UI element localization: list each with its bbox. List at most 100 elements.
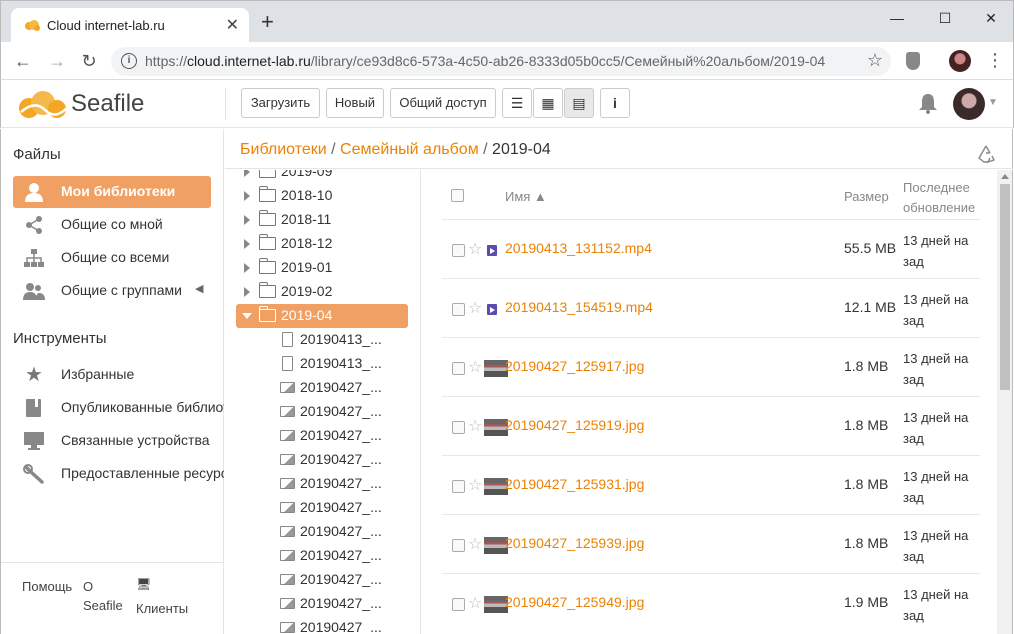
- star-outline-icon[interactable]: ☆: [468, 298, 482, 318]
- tree-folder[interactable]: 2018-10: [225, 184, 420, 208]
- tree-file[interactable]: 20190427_...: [225, 496, 420, 520]
- site-info-icon[interactable]: i: [121, 53, 137, 69]
- file-name-link[interactable]: 20190427_125949.jpg: [505, 594, 644, 610]
- clients-link[interactable]: Клиенты: [136, 601, 188, 616]
- row-checkbox[interactable]: [452, 303, 465, 316]
- table-row[interactable]: ☆ 20190413_131152.mp4 55.5 MB 13 дней на за…: [442, 219, 980, 278]
- browser-tab[interactable]: Cloud internet-lab.ru ✕: [11, 8, 249, 43]
- tree-folder[interactable]: 2019-01: [225, 256, 420, 280]
- file-name-link[interactable]: 20190427_125939.jpg: [505, 535, 644, 551]
- share-button[interactable]: Общий доступ: [390, 88, 496, 118]
- back-arrow-icon[interactable]: ←: [11, 49, 35, 73]
- upload-button[interactable]: Загрузить: [241, 88, 320, 118]
- caret-right-icon[interactable]: [244, 170, 250, 177]
- tree-folder[interactable]: 2018-12: [225, 232, 420, 256]
- select-all-checkbox[interactable]: [451, 189, 464, 202]
- address-bar[interactable]: i https://cloud.internet-lab.ru/library/…: [111, 47, 891, 76]
- chevron-down-icon[interactable]: ▼: [988, 97, 998, 108]
- caret-right-icon[interactable]: [244, 215, 250, 225]
- sidebar-item-starred[interactable]: ★ Избранные: [13, 359, 211, 391]
- tree-file[interactable]: 20190427_...: [225, 544, 420, 568]
- breadcrumb-album[interactable]: Семейный альбом: [340, 141, 479, 158]
- table-row[interactable]: ☆ 20190427_125931.jpg 1.8 MB 13 дней на зад: [442, 455, 980, 514]
- recycle-bin-icon[interactable]: [976, 144, 996, 164]
- reload-icon[interactable]: ↻: [77, 49, 101, 73]
- sidebar-item-published-libraries[interactable]: Опубликованные библиотеки: [13, 392, 224, 424]
- forward-arrow-icon[interactable]: →: [45, 49, 69, 73]
- user-avatar[interactable]: [953, 88, 985, 120]
- star-outline-icon[interactable]: ☆: [468, 593, 482, 613]
- sidebar-item-linked-devices[interactable]: Связанные устройства: [13, 425, 211, 457]
- star-outline-icon[interactable]: ☆: [468, 534, 482, 554]
- caret-right-icon[interactable]: [244, 263, 250, 273]
- tree-folder[interactable]: 2019-04: [236, 304, 408, 328]
- caret-down-icon[interactable]: [242, 313, 252, 319]
- table-row[interactable]: ☆ 20190427_125919.jpg 1.8 MB 13 дней на зад: [442, 396, 980, 455]
- tree-file[interactable]: 20190427_...: [225, 592, 420, 616]
- tree-folder[interactable]: 2019-02: [225, 280, 420, 304]
- file-name-link[interactable]: 20190427_125917.jpg: [505, 358, 644, 374]
- tree-file[interactable]: 20190427_...: [225, 616, 420, 634]
- sidebar-item-my-libraries[interactable]: Мои библиотеки: [13, 176, 211, 208]
- table-row[interactable]: ☆ 20190427_125949.jpg 1.9 MB 13 дней на зад: [442, 573, 980, 632]
- tree-file[interactable]: 20190427_...: [225, 472, 420, 496]
- file-name-link[interactable]: 20190413_154519.mp4: [505, 299, 653, 315]
- new-tab-button[interactable]: +: [261, 11, 274, 33]
- row-checkbox[interactable]: [452, 244, 465, 257]
- scroll-up-icon[interactable]: [1001, 174, 1009, 179]
- tree-file[interactable]: 20190427_...: [225, 568, 420, 592]
- table-row[interactable]: ☆ 20190427_125939.jpg 1.8 MB 13 дней на зад: [442, 514, 980, 573]
- sidebar-item-shared-with-me[interactable]: Общие со мной: [13, 209, 211, 241]
- bookmark-star-icon[interactable]: ☆: [867, 50, 883, 71]
- scrollbar[interactable]: [997, 170, 1013, 634]
- row-checkbox[interactable]: [452, 421, 465, 434]
- file-name-link[interactable]: 20190413_131152.mp4: [505, 240, 652, 256]
- notification-bell-icon[interactable]: [918, 92, 938, 114]
- column-view-button[interactable]: ▤: [564, 88, 594, 118]
- tree-folder[interactable]: 2019-09: [225, 170, 420, 184]
- tree-file[interactable]: 20190427_...: [225, 400, 420, 424]
- tree-file[interactable]: 20190413_...: [225, 352, 420, 376]
- caret-left-icon[interactable]: ◀: [195, 282, 203, 295]
- breadcrumb-libraries[interactable]: Библиотеки: [240, 141, 327, 158]
- caret-right-icon[interactable]: [244, 239, 250, 249]
- tree-file[interactable]: 20190413_...: [225, 328, 420, 352]
- sidebar-item-shared-resources[interactable]: Предоставленные ресурсы: [13, 458, 224, 490]
- caret-right-icon[interactable]: [244, 287, 250, 297]
- row-checkbox[interactable]: [452, 480, 465, 493]
- row-checkbox[interactable]: [452, 598, 465, 611]
- table-row[interactable]: ☆ 20190427_125917.jpg 1.8 MB 13 дней на зад: [442, 337, 980, 396]
- tree-file[interactable]: 20190427_...: [225, 376, 420, 400]
- tree-file[interactable]: 20190427_...: [225, 448, 420, 472]
- table-row[interactable]: ☆ 20190413_154519.mp4 12.1 MB 13 дней на за…: [442, 278, 980, 337]
- list-view-button[interactable]: ☰: [502, 88, 532, 118]
- file-name-link[interactable]: 20190427_125931.jpg: [505, 476, 644, 492]
- sidebar-item-shared-with-all[interactable]: Общие со всеми: [13, 242, 211, 274]
- file-name-link[interactable]: 20190427_125919.jpg: [505, 417, 644, 433]
- browser-menu-icon[interactable]: ⋮: [986, 50, 1004, 71]
- row-checkbox[interactable]: [452, 539, 465, 552]
- grid-view-button[interactable]: ▦: [533, 88, 563, 118]
- star-outline-icon[interactable]: ☆: [468, 416, 482, 436]
- profile-avatar[interactable]: [949, 50, 971, 72]
- about-link[interactable]: О: [83, 579, 93, 594]
- caret-right-icon[interactable]: [244, 191, 250, 201]
- tree-file[interactable]: 20190427_...: [225, 520, 420, 544]
- window-close-button[interactable]: ✕: [971, 7, 1011, 29]
- info-button[interactable]: i: [600, 88, 630, 118]
- star-outline-icon[interactable]: ☆: [468, 239, 482, 259]
- extension-shield-icon[interactable]: [906, 52, 920, 70]
- tree-file[interactable]: 20190427_...: [225, 424, 420, 448]
- sidebar-item-shared-with-groups[interactable]: Общие с группами ◀: [13, 275, 211, 307]
- help-link[interactable]: Помощь: [22, 579, 72, 594]
- minimize-button[interactable]: —: [877, 7, 917, 29]
- tree-folder[interactable]: 2018-11: [225, 208, 420, 232]
- star-outline-icon[interactable]: ☆: [468, 357, 482, 377]
- tab-close-icon[interactable]: ✕: [226, 15, 239, 35]
- about-seafile-link[interactable]: Seafile: [83, 598, 123, 613]
- new-button[interactable]: Новый: [326, 88, 384, 118]
- row-checkbox[interactable]: [452, 362, 465, 375]
- star-outline-icon[interactable]: ☆: [468, 475, 482, 495]
- maximize-button[interactable]: ☐: [925, 7, 965, 29]
- scrollbar-thumb[interactable]: [1000, 184, 1010, 390]
